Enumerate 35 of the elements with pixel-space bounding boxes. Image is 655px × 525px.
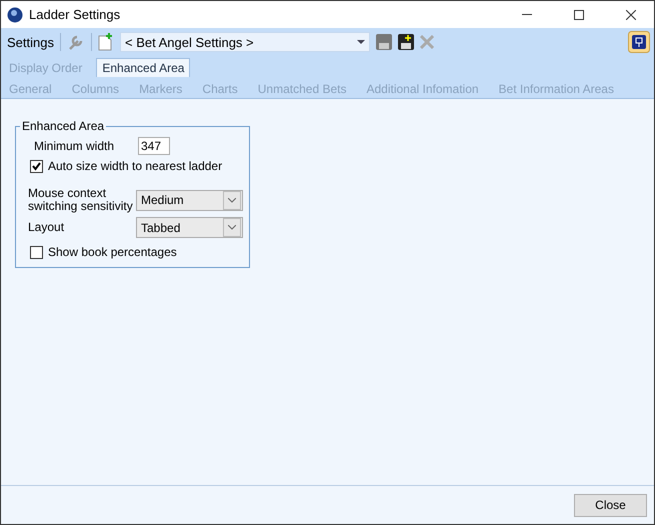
chevron-icon: [228, 225, 236, 230]
caret-icon: [356, 40, 365, 44]
tab[interactable]: Charts: [196, 79, 244, 98]
app-logo-icon: [7, 6, 23, 22]
profile-dropdown[interactable]: < Bet Angel Settings >: [120, 32, 370, 52]
save-new-icon[interactable]: [398, 34, 414, 50]
chevron-icon: [228, 198, 236, 202]
new-document-icon[interactable]: [98, 33, 114, 51]
maximize-icon: [574, 10, 584, 20]
field-label: Mouse context switching sensitivity: [28, 187, 134, 213]
checkbox[interactable]: [30, 160, 43, 172]
close-button[interactable]: Close: [574, 494, 647, 516]
minimize-icon: [522, 14, 532, 15]
tab[interactable]: Enhanced Area: [96, 58, 190, 77]
pin-icon[interactable]: [628, 31, 650, 53]
tab[interactable]: Display Order: [3, 58, 88, 77]
window-title: Ladder Settings: [29, 7, 122, 22]
layout-dropdown[interactable]: Tabbed: [136, 217, 243, 238]
tab[interactable]: Markers: [133, 79, 188, 98]
checkbox[interactable]: [30, 246, 43, 258]
checkbox-label: Show book percentages: [48, 245, 177, 259]
input-field[interactable]: 347: [138, 137, 170, 155]
tab[interactable]: General: [3, 79, 58, 98]
group-title: Enhanced Area: [21, 119, 106, 133]
checkbox-label: Auto size width to nearest ladder: [48, 159, 222, 173]
save-icon[interactable]: [376, 34, 392, 50]
close-icon: [626, 10, 636, 20]
tab[interactable]: Columns: [66, 79, 126, 98]
tab[interactable]: Additional Infomation: [360, 79, 485, 98]
tab[interactable]: Unmatched Bets: [252, 79, 352, 98]
field-label: Layout: [28, 221, 66, 234]
field-label: Minimum width: [34, 140, 116, 152]
settings-label: Settings: [7, 34, 54, 50]
tab[interactable]: Bet Information Areas: [492, 79, 620, 98]
sensitivity-dropdown[interactable]: Medium: [136, 190, 243, 210]
